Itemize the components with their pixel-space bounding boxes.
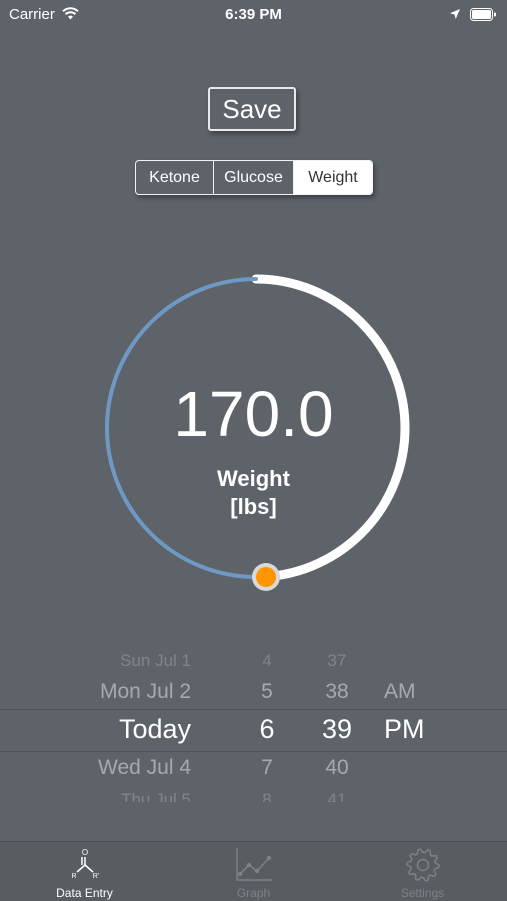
picker-hour: 6	[259, 714, 275, 744]
picker-selection-top-line	[0, 709, 507, 710]
tab-data-entry[interactable]: O R R' Data Entry	[0, 842, 169, 901]
picker-hour: 4	[262, 651, 272, 670]
svg-text:R': R'	[92, 873, 98, 880]
tab-bar: O R R' Data Entry Graph Settings	[0, 841, 507, 901]
tab-label: Graph	[236, 886, 271, 900]
weight-label: Weight	[217, 466, 290, 491]
weight-unit-label: [lbs]	[230, 494, 277, 519]
picker-date: Thu Jul 5	[121, 790, 191, 802]
picker-row[interactable]: Sun Jul 1 4 37	[0, 651, 507, 671]
tab-settings[interactable]: Settings	[338, 842, 507, 901]
tab-graph[interactable]: Graph	[169, 842, 338, 901]
picker-selection-bottom-line	[0, 751, 507, 752]
picker-ampm: PM	[384, 714, 425, 744]
picker-ampm: AM	[384, 680, 416, 703]
tab-label: Settings	[400, 886, 445, 900]
picker-minute: 37	[327, 651, 347, 670]
svg-text:O: O	[81, 848, 87, 857]
picker-date: Sun Jul 1	[120, 651, 191, 670]
dial-handle[interactable]	[256, 567, 276, 587]
picker-row[interactable]: Thu Jul 5 8 41	[0, 790, 507, 802]
picker-minute: 41	[327, 790, 347, 802]
svg-text:R: R	[71, 873, 76, 880]
gear-icon	[405, 848, 440, 882]
picker-date: Today	[118, 714, 191, 744]
molecule-icon: O R R'	[71, 848, 99, 880]
weight-value: 170.0	[173, 378, 334, 450]
picker-date: Mon Jul 2	[99, 680, 191, 703]
picker-hour: 8	[262, 790, 272, 802]
date-time-picker[interactable]: Sun Jul 1 4 37 Mon Jul 2 5 38 AM Today 6…	[0, 650, 507, 802]
picker-minute: 39	[321, 714, 353, 744]
weight-dial	[105, 274, 410, 591]
picker-hour: 7	[261, 756, 273, 779]
picker-minute: 40	[325, 756, 349, 779]
line-graph-icon	[235, 848, 272, 881]
picker-hour: 5	[261, 680, 273, 703]
picker-date: Wed Jul 4	[98, 756, 191, 779]
picker-minute: 38	[325, 680, 349, 703]
tab-label: Data Entry	[56, 886, 113, 900]
